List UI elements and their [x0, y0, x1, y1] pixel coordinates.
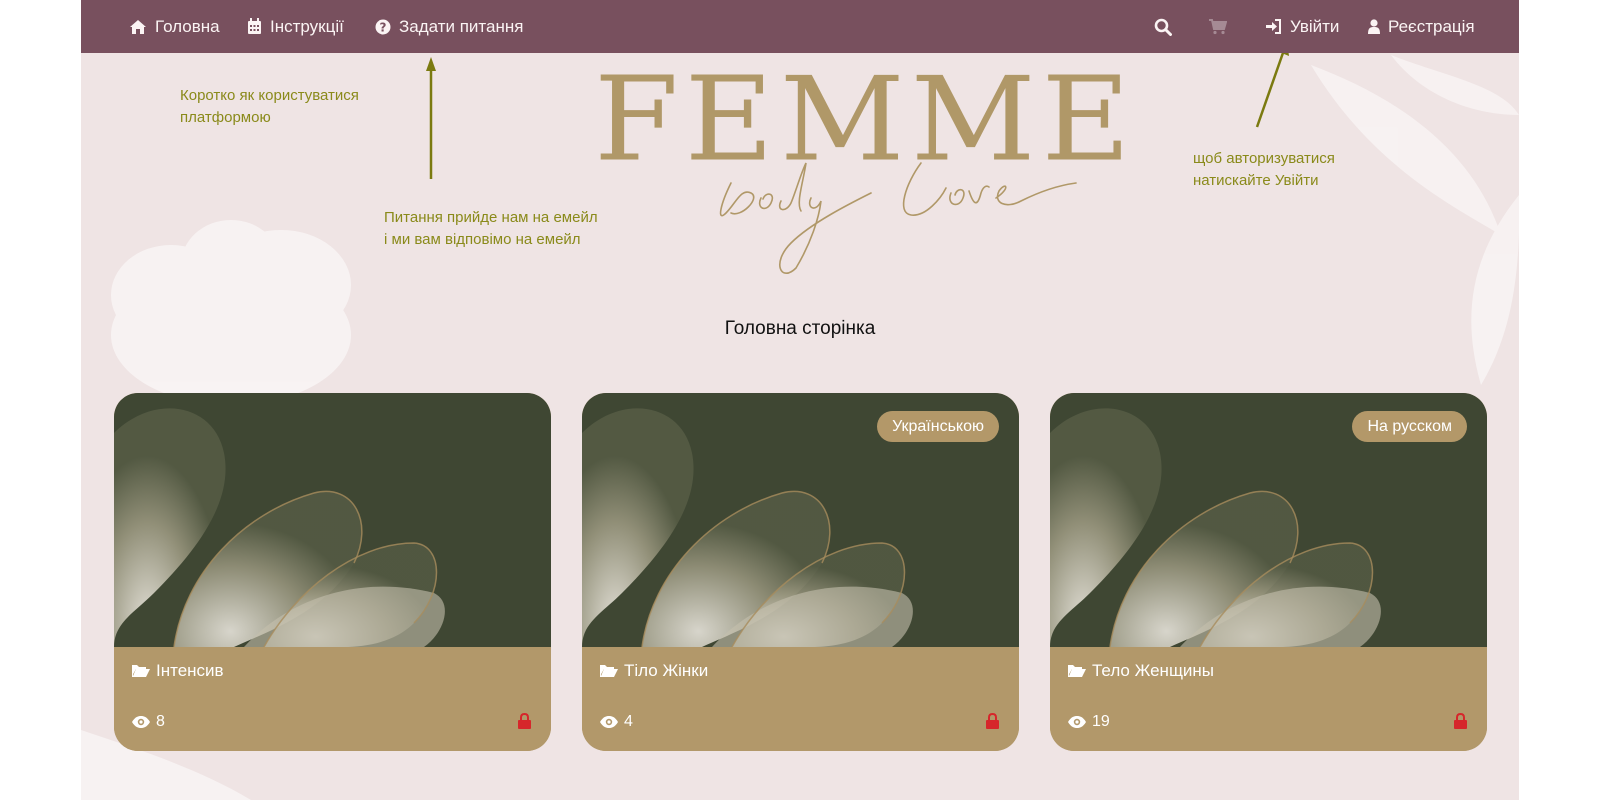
logo-script-body-love [719, 162, 1077, 274]
language-badge: На русском [1352, 411, 1467, 442]
page-title: Головна сторінка [724, 318, 876, 339]
search-icon [1154, 18, 1172, 36]
calendar-icon [248, 18, 261, 34]
nav-home[interactable]: Головна [129, 0, 220, 53]
sign-in-icon [1266, 19, 1281, 34]
lock-icon [986, 712, 999, 734]
card-title[interactable]: Тело Женщины [1068, 661, 1214, 681]
folder-open-icon [600, 665, 618, 677]
card-flower-image [114, 393, 551, 647]
lock-icon [518, 712, 531, 734]
card-title[interactable]: Інтенсив [132, 661, 224, 681]
card-footer: Інтенсив 8 [114, 647, 551, 751]
top-navbar: Головна Інструкції ? Задати питання Увій… [81, 0, 1519, 53]
eye-icon [132, 716, 150, 728]
nav-login-label: Увійти [1290, 16, 1340, 36]
nav-ask-question[interactable]: ? Задати питання [375, 0, 523, 53]
femme-logo: FEMME [501, 58, 1131, 288]
card-footer: Тіло Жінки 4 [582, 647, 1019, 751]
page: Головна Інструкції ? Задати питання Увій… [81, 0, 1519, 800]
annotation-login: щоб авторизуватися натискайте Увійти [1193, 150, 1335, 189]
course-card-body-woman-ua[interactable]: Українською Тіло Жінки 4 [582, 393, 1019, 751]
card-views: 8 [132, 713, 165, 731]
language-badge: Українською [877, 411, 999, 442]
flower-illustration [114, 408, 445, 647]
eye-icon [1068, 716, 1086, 728]
course-card-body-woman-ru[interactable]: На русском Тело Женщины 19 [1050, 393, 1487, 751]
annotation-arrow-question [426, 57, 436, 179]
nav-ask-question-label: Задати питання [399, 16, 524, 36]
nav-login[interactable]: Увійти [1266, 0, 1339, 53]
search-button[interactable] [1154, 0, 1172, 53]
nav-instructions[interactable]: Інструкції [247, 0, 344, 53]
cart-button[interactable] [1209, 0, 1227, 53]
eye-icon [600, 716, 618, 728]
svg-text:?: ? [380, 20, 387, 34]
nav-home-label: Головна [155, 16, 220, 36]
nav-register-label: Реєстрація [1388, 16, 1475, 36]
card-footer: Тело Женщины 19 [1050, 647, 1487, 751]
card-views: 19 [1068, 713, 1110, 731]
card-views: 4 [600, 713, 633, 731]
background-leaves-right [1311, 55, 1519, 385]
user-icon [1368, 19, 1380, 34]
nav-instructions-label: Інструкції [270, 16, 344, 36]
course-card-intensive[interactable]: Інтенсив 8 [114, 393, 551, 751]
nav-register[interactable]: Реєстрація [1368, 0, 1475, 53]
home-icon [130, 19, 146, 34]
question-circle-icon: ? [375, 19, 391, 34]
folder-open-icon [132, 665, 150, 677]
card-title[interactable]: Тіло Жінки [600, 661, 708, 681]
annotation-instructions: Коротко як користуватися платформою [180, 87, 359, 126]
lock-icon [1454, 712, 1467, 734]
cart-icon [1209, 18, 1227, 34]
background-flower-left [111, 220, 351, 405]
folder-open-icon [1068, 665, 1086, 677]
